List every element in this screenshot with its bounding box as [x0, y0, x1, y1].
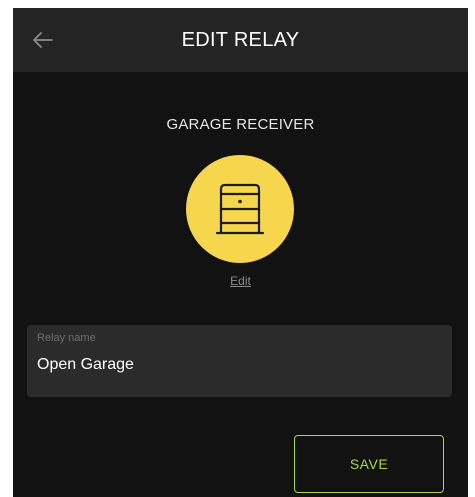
arrow-left-icon: [33, 32, 53, 48]
page-title: EDIT RELAY: [181, 29, 300, 51]
edit-relay-screen: EDIT RELAY GARAGE RECEIVER Edit Relay na…: [13, 8, 468, 497]
relay-name-input[interactable]: [37, 352, 437, 378]
garage-door-icon: [215, 183, 265, 235]
device-name: GARAGE RECEIVER: [166, 116, 315, 133]
relay-name-field[interactable]: Relay name: [27, 325, 452, 397]
back-button[interactable]: [23, 22, 63, 58]
device-icon-badge: [186, 155, 294, 263]
edit-icon-link[interactable]: Edit: [230, 274, 251, 288]
save-button[interactable]: SAVE: [294, 435, 444, 493]
relay-name-label: Relay name: [37, 332, 96, 344]
edit-icon-link-container: Edit: [13, 274, 468, 288]
top-app-bar: EDIT RELAY: [13, 8, 468, 72]
